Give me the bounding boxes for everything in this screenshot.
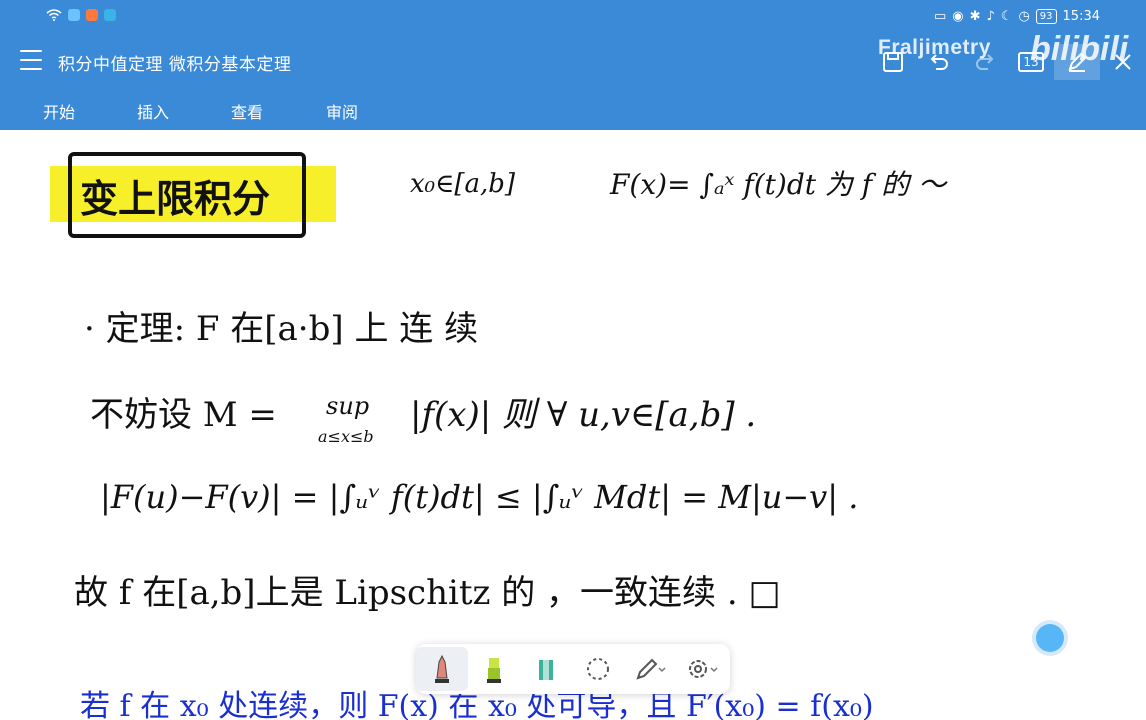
clock: 15:34 [1062, 9, 1100, 24]
line3-sup: sup [326, 392, 369, 420]
pen-tool-button[interactable] [416, 647, 468, 691]
cast-icon: ▭ [933, 9, 947, 24]
bluetooth-icon: ✱ [969, 9, 981, 24]
ribbon-tabs: 开始 插入 查看 审阅 [0, 88, 1146, 130]
undo-icon [930, 54, 948, 70]
floating-assist-button[interactable] [1036, 624, 1064, 652]
pen-settings-icon [636, 658, 666, 680]
status-right-icons: ▭ ◉ ✱ ♪ ☾ ◷ 93 15:34 [934, 9, 1100, 24]
tab-view[interactable]: 查看 [231, 99, 263, 123]
status-bar: ▭ ◉ ✱ ♪ ☾ ◷ 93 15:34 [0, 0, 1146, 36]
settings-button[interactable] [676, 647, 728, 691]
save-icon [883, 52, 903, 72]
pen-mode-button[interactable] [1054, 44, 1100, 80]
close-button[interactable] [1100, 44, 1146, 80]
app-icon-orange [86, 9, 98, 21]
page-count: 13 [1018, 52, 1044, 72]
alarm-icon: ◷ [1018, 9, 1030, 24]
menu-icon[interactable] [20, 50, 42, 70]
line4-text: |F(u)−F(v)| = |∫ᵤᵛ f(t)dt| ≤ |∫ᵤᵛ Mdt| =… [100, 478, 858, 516]
lasso-icon [587, 658, 609, 680]
line3-left: 不妨设 M = [90, 395, 277, 435]
undo-button[interactable] [916, 44, 962, 80]
status-left-icons [46, 9, 116, 21]
eye-icon: ◉ [952, 9, 964, 24]
tab-insert[interactable]: 插入 [137, 99, 169, 123]
note-canvas[interactable]: 变上限积分 x₀∈[a,b] F(x)= ∫ₐˣ f(t)dt 为 f 的 ～ … [0, 130, 1146, 720]
eraser-tool-button[interactable] [520, 647, 572, 691]
line2-text: · 定理: F 在[a·b] 上 连 续 [84, 309, 478, 349]
page-count-button[interactable]: 13 [1008, 44, 1054, 80]
moon-icon: ☾ [1000, 9, 1013, 24]
pen-tool-icon [435, 654, 449, 683]
save-button[interactable] [870, 44, 916, 80]
redo-button[interactable] [962, 44, 1008, 80]
tab-review[interactable]: 审阅 [326, 99, 358, 123]
mute-icon: ♪ [986, 9, 995, 24]
title-bar: 积分中值定理 微积分基本定理 Fraljimetry bilibili 13 [0, 30, 1146, 88]
close-icon [1115, 54, 1131, 70]
pen-settings-button[interactable] [624, 647, 676, 691]
line1-left: x₀∈[a,b] [410, 169, 516, 199]
lasso-tool-button[interactable] [572, 647, 624, 691]
app-icon-cyan [104, 9, 116, 21]
eraser-icon [539, 660, 553, 680]
handwriting-layer: 变上限积分 x₀∈[a,b] F(x)= ∫ₐˣ f(t)dt 为 f 的 ～ … [50, 152, 948, 720]
title-actions: 13 [870, 44, 1146, 80]
document-title: 积分中值定理 微积分基本定理 [58, 55, 292, 75]
tab-start[interactable]: 开始 [43, 99, 75, 123]
pen-toolbar [416, 644, 730, 694]
line1-right: F(x)= ∫ₐˣ f(t)dt 为 f 的 ～ [609, 168, 948, 201]
pen-mode-icon [1068, 52, 1087, 72]
app-icon-blue [68, 9, 80, 21]
gear-icon [689, 660, 718, 678]
highlighter-icon [487, 658, 501, 683]
highlighter-tool-button[interactable] [468, 647, 520, 691]
line3-right: |f(x)| 则 ∀ u,v∈[a,b] . [410, 395, 756, 435]
battery-indicator: 93 [1035, 9, 1057, 24]
line3-sub: a≤x≤b [318, 427, 374, 446]
heading-text: 变上限积分 [80, 176, 270, 221]
redo-icon [976, 54, 994, 70]
line5-text: 故 f 在[a,b]上是 Lipschitz 的 ，一致连续 . □ [74, 573, 781, 613]
wifi-icon [46, 9, 62, 21]
